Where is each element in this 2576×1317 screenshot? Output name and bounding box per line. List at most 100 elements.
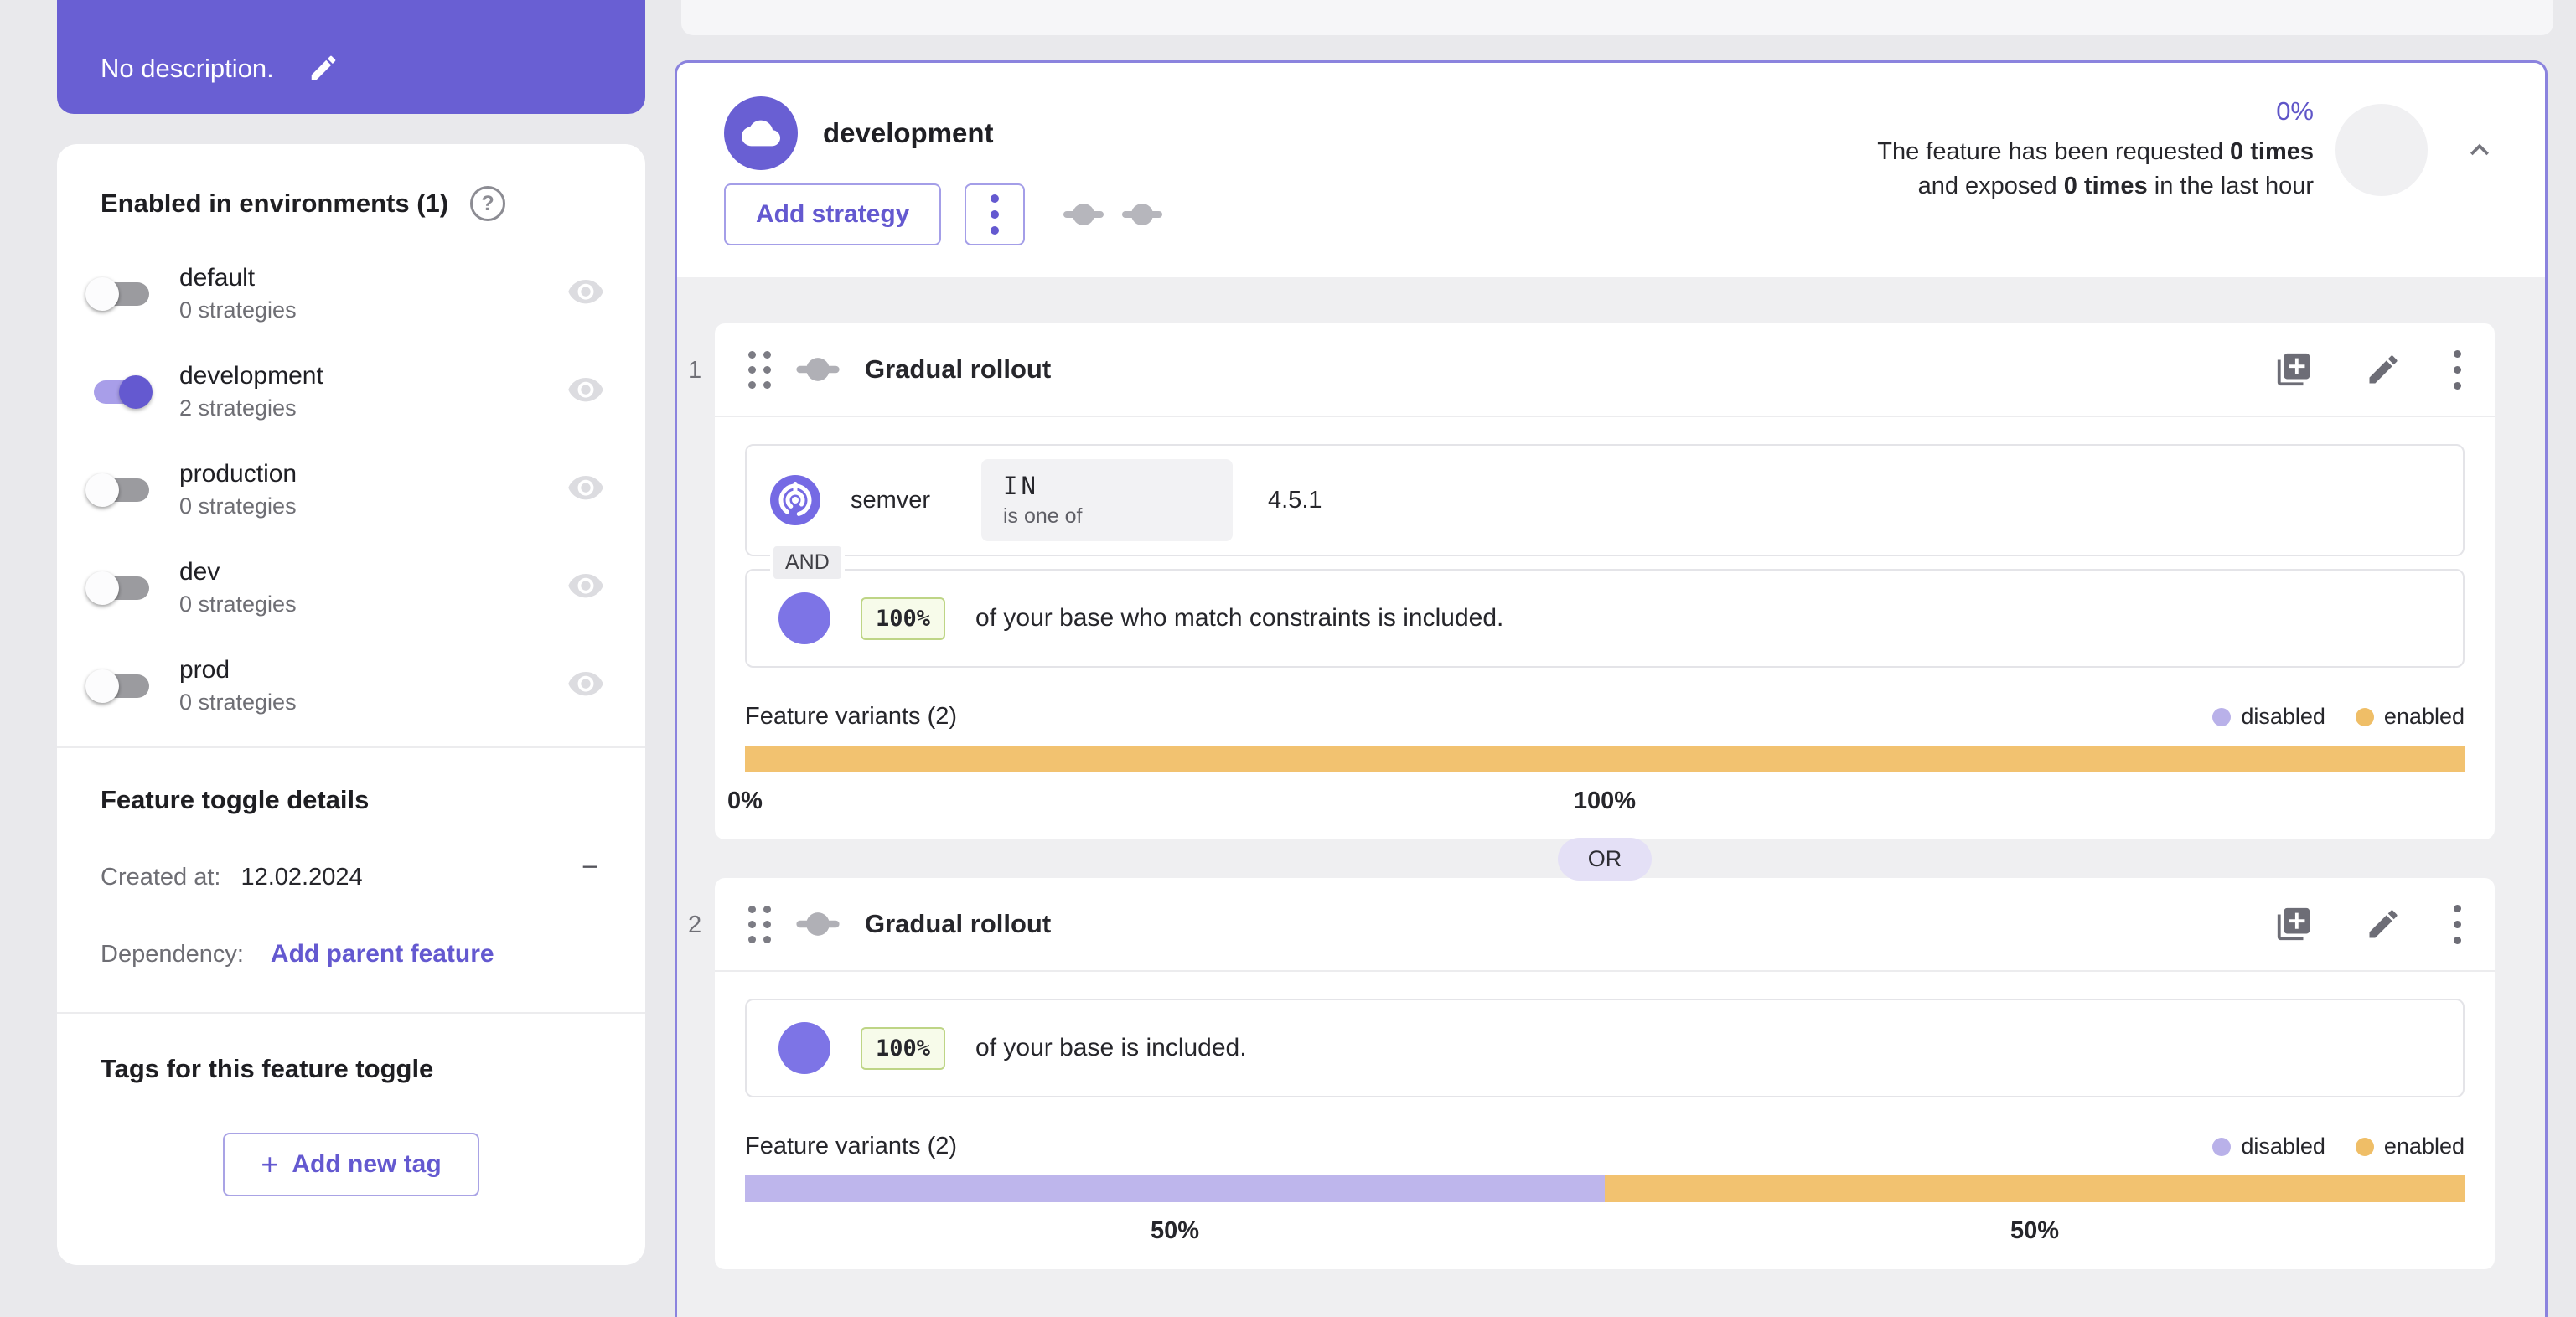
variants-bar-labels: 50% 50% <box>745 1202 2465 1251</box>
legend-enabled-label: enabled <box>2383 1134 2465 1159</box>
and-connector-chip: AND <box>770 543 845 582</box>
variants-bar <box>745 1175 2465 1202</box>
toggle-development[interactable] <box>85 370 158 414</box>
environments-section-title: Enabled in environments (1) <box>101 189 449 218</box>
environment-name: default <box>179 264 256 292</box>
legend-enabled-dot <box>2355 707 2374 726</box>
variants-bar-disabled-segment <box>745 1175 1605 1202</box>
add-parent-feature-link[interactable]: Add parent feature <box>271 940 494 968</box>
plus-icon: + <box>261 1147 279 1181</box>
rollout-donut <box>778 1022 830 1074</box>
visibility-icon[interactable] <box>566 573 605 602</box>
edit-description-icon[interactable] <box>308 52 339 84</box>
environment-more-menu-button[interactable] <box>965 183 1026 245</box>
copy-strategy-icon[interactable] <box>2274 350 2313 389</box>
environment-name-title: development <box>823 117 994 148</box>
or-separator-chip: OR <box>1557 837 1653 881</box>
legend-disabled-label: disabled <box>2241 1134 2325 1159</box>
visibility-icon[interactable] <box>566 671 605 700</box>
legend-enabled-dot <box>2355 1137 2374 1156</box>
environment-name: prod <box>179 656 230 684</box>
environment-name: dev <box>179 558 220 586</box>
bar-label: 50% <box>2010 1217 2060 1244</box>
description-card: No description. <box>57 0 645 114</box>
legend-enabled-label: enabled <box>2383 704 2465 729</box>
tags-section-title: Tags for this feature toggle <box>101 1054 434 1083</box>
feature-variants-label: Feature variants (2) <box>745 1133 958 1159</box>
environment-strategy-count: 0 strategies <box>179 493 297 519</box>
environment-strategy-count: 2 strategies <box>179 395 297 421</box>
strategy-title: Gradual rollout <box>865 909 1052 938</box>
collapse-details-button[interactable]: − <box>582 853 598 881</box>
constraint-operator-chip: IN is one of <box>981 459 1233 541</box>
edit-strategy-icon[interactable] <box>2365 351 2402 388</box>
rollout-row: 100% of your base is included. <box>745 999 2465 1098</box>
legend-disabled-label: disabled <box>2241 704 2325 729</box>
dependency-label: Dependency: <box>101 941 244 968</box>
variants-bar <box>745 746 2465 772</box>
feature-details-title: Feature toggle details <box>101 785 370 814</box>
rollout-description: of your base is included. <box>975 1034 1247 1061</box>
constraint-row: semver IN is one of 4.5.1 <box>745 444 2465 556</box>
environment-row-default: default 0 strategies <box>57 245 645 343</box>
description-text: No description. <box>101 54 274 83</box>
copy-strategy-icon[interactable] <box>2274 905 2313 943</box>
strategy-icon <box>796 356 840 383</box>
constraint-icon <box>770 475 820 525</box>
rollout-percentage-chip: 100% <box>861 597 946 640</box>
created-at-label: Created at: <box>101 864 221 891</box>
help-icon[interactable]: ? <box>470 186 506 221</box>
visibility-icon[interactable] <box>566 475 605 504</box>
strategy-card-2: 2 Gradual rollout 100% of your base is i… <box>688 878 2495 1269</box>
strategy-icon <box>1122 202 1163 227</box>
drag-handle-icon[interactable] <box>748 905 771 943</box>
environment-strategy-count: 0 strategies <box>179 689 297 715</box>
drag-handle-icon[interactable] <box>748 350 771 389</box>
bar-label: 50% <box>1150 1217 1200 1244</box>
bar-label: 100% <box>1573 788 1637 814</box>
constraint-context-name: semver <box>851 486 931 514</box>
strategy-card-1: 1 Gradual rollout semver IN is one of 4.… <box>688 323 2495 839</box>
rollout-percentage-chip: 100% <box>861 1026 946 1070</box>
exposure-donut <box>2335 104 2428 196</box>
environment-row-dev: dev 0 strategies <box>57 539 645 637</box>
feature-sidebar-card: Enabled in environments (1) ? default 0 … <box>57 144 645 1265</box>
metrics-line-2: and exposed 0 times in the last hour <box>1917 173 2314 199</box>
add-new-tag-button[interactable]: + Add new tag <box>223 1133 479 1196</box>
variants-legend: disabled enabled <box>2212 704 2465 730</box>
add-strategy-button[interactable]: Add strategy <box>724 183 942 245</box>
environment-row-development: development 2 strategies <box>57 343 645 441</box>
legend-disabled-dot <box>2212 707 2232 726</box>
collapse-environment-icon[interactable] <box>2461 132 2498 168</box>
strategy-icon <box>796 911 840 937</box>
visibility-icon[interactable] <box>566 279 605 308</box>
add-new-tag-label: Add new tag <box>292 1150 442 1178</box>
toggle-dev[interactable] <box>85 566 158 610</box>
bar-label: 0% <box>727 788 763 814</box>
tags-section: Tags for this feature toggle + Add new t… <box>57 1014 645 1196</box>
environment-strategy-count: 0 strategies <box>179 591 297 617</box>
toggle-prod[interactable] <box>85 664 158 708</box>
environment-name: production <box>179 460 297 488</box>
variants-bar-enabled-segment <box>1605 1175 2465 1202</box>
toggle-production[interactable] <box>85 468 158 512</box>
environment-row-production: production 0 strategies <box>57 441 645 539</box>
strategy-more-menu-icon[interactable] <box>2454 904 2461 944</box>
variants-legend: disabled enabled <box>2212 1134 2465 1159</box>
strategy-index: 2 <box>688 912 702 938</box>
edit-strategy-icon[interactable] <box>2365 906 2402 943</box>
cloud-environment-icon <box>724 96 798 170</box>
constraint-operator: IN <box>1003 472 1039 500</box>
rollout-description: of your base who match constraints is in… <box>975 604 1504 632</box>
exposure-percentage: 0% <box>2276 96 2314 126</box>
strategy-more-menu-icon[interactable] <box>2454 349 2461 390</box>
variants-bar-labels: 0% 100% <box>727 772 2465 821</box>
rollout-row: 100% of your base who match constraints … <box>745 569 2465 668</box>
toggle-default[interactable] <box>85 272 158 316</box>
constraint-operator-caption: is one of <box>1003 504 1083 528</box>
created-at-value: 12.02.2024 <box>241 864 363 891</box>
visibility-icon[interactable] <box>566 377 605 406</box>
environment-header: development Add strategy 0% The feature … <box>677 63 2545 277</box>
constraint-value: 4.5.1 <box>1268 486 1322 514</box>
variants-bar-enabled-segment <box>745 746 2465 772</box>
